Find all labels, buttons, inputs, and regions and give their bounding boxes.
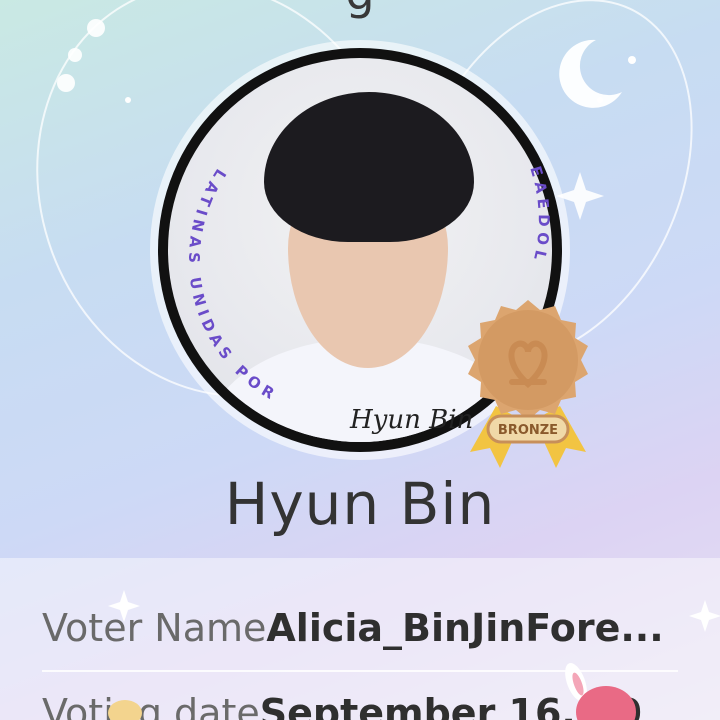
svg-text:EAEDOL: EAEDOL (526, 164, 553, 267)
voter-name-label: Voter Name (42, 606, 267, 650)
page-title: g (0, 0, 720, 20)
frame-text-right: EAEDOL (526, 164, 548, 267)
badge-label: BRONZE (498, 423, 558, 438)
medal-icon (468, 300, 588, 420)
voting-date-label: Voting date (42, 691, 260, 720)
svg-text:LATINAS UNIDAS POR: LATINAS UNIDAS POR (185, 166, 282, 406)
frame-text-left: LATINAS UNIDAS POR (185, 166, 277, 406)
voter-name-row: Voter NameAlicia_BinJinFore... (42, 595, 682, 661)
decoration-dot (108, 700, 142, 720)
bunny-sticker-icon (565, 662, 636, 720)
voter-name-value: Alicia_BinJinFore... (266, 606, 664, 650)
profile-name: Hyun Bin (224, 470, 496, 538)
bronze-badge: BRONZE (468, 300, 588, 468)
moon-icon (559, 39, 622, 108)
